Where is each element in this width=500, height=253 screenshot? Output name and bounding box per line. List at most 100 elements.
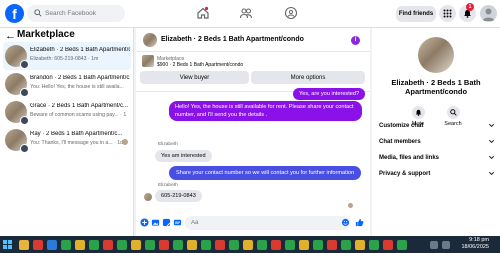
- search-icon: [34, 9, 42, 17]
- chrome-icon[interactable]: [341, 240, 351, 250]
- chrome-icon[interactable]: [131, 240, 141, 250]
- chrome-icon[interactable]: [257, 240, 267, 250]
- chrome-icon[interactable]: [145, 240, 155, 250]
- grid-menu-icon: [443, 9, 452, 18]
- buyer-avatar: [20, 116, 29, 125]
- svg-text:GIF: GIF: [175, 221, 180, 225]
- listing-thumbnail: [5, 45, 29, 69]
- sender-name: Elizabeth: [158, 142, 178, 147]
- message-input[interactable]: [185, 216, 350, 230]
- listing-image[interactable]: [142, 55, 154, 67]
- chrome-icon[interactable]: [75, 240, 85, 250]
- message-incoming: 605-219-0843: [155, 190, 202, 202]
- clock-date: 18/06/2025: [461, 244, 489, 250]
- groups-icon[interactable]: [284, 6, 298, 20]
- back-arrow-icon[interactable]: ←: [5, 30, 16, 42]
- windows-start-icon[interactable]: [3, 240, 12, 249]
- home-icon[interactable]: [196, 6, 210, 20]
- sticker-icon[interactable]: [162, 218, 171, 227]
- conversation-item[interactable]: Brandon · 2 Beds 1 Bath Apartment/c... Y…: [3, 70, 131, 98]
- chrome-icon[interactable]: [299, 240, 309, 250]
- listing-photo[interactable]: [418, 37, 454, 73]
- listing-thumbnail: [5, 73, 29, 97]
- search-box[interactable]: [27, 5, 125, 22]
- file-explorer-icon[interactable]: [19, 240, 29, 250]
- gif-icon[interactable]: GIF: [173, 218, 182, 227]
- plus-icon[interactable]: [140, 218, 149, 227]
- system-clock[interactable]: 9:18 pm 18/06/2025: [455, 237, 489, 251]
- seen-indicator: [122, 139, 128, 145]
- chrome-icon[interactable]: [117, 240, 127, 250]
- read-receipt-avatar: [348, 203, 353, 208]
- buyer-avatar: [20, 88, 29, 97]
- marketplace-title: Marketplace: [17, 29, 75, 40]
- section-label: Media, files and links: [379, 155, 440, 161]
- conversation-title: Brandon · 2 Beds 1 Bath Apartment/c...: [30, 75, 130, 81]
- chrome-icon[interactable]: [383, 240, 393, 250]
- chat-thumbnail[interactable]: [143, 33, 157, 47]
- conversation-snippet: You: Thanks, I'll message you in a... · …: [30, 140, 123, 146]
- chrome-icon[interactable]: [327, 240, 337, 250]
- media-files-links-row[interactable]: Media, files and links: [379, 153, 495, 165]
- conversation-item[interactable]: Ray · 2 Beds 1 Bath Apartment/c... You: …: [3, 126, 131, 154]
- buyer-avatar: [20, 144, 29, 153]
- menu-button[interactable]: [439, 5, 456, 22]
- chat-window: Elizabeth · 2 Beds 1 Bath Apartment/cond…: [136, 28, 370, 236]
- chrome-icon[interactable]: [285, 240, 295, 250]
- conversation-snippet: Elizabeth: 605-219-0843 · 1m: [30, 56, 99, 62]
- listing-price[interactable]: $900 · 2 Beds 1 Bath Apartment/condo: [157, 62, 243, 68]
- chrome-icon[interactable]: [201, 240, 211, 250]
- chrome-icon[interactable]: [173, 240, 183, 250]
- chrome-icon[interactable]: [243, 240, 253, 250]
- more-options-button[interactable]: More options: [251, 71, 365, 84]
- info-icon[interactable]: i: [351, 36, 360, 45]
- notification-badge: 1: [466, 3, 474, 11]
- message-composer: GIF: [136, 212, 370, 234]
- privacy-support-row[interactable]: Privacy & support: [379, 169, 495, 181]
- search-input[interactable]: [45, 5, 123, 22]
- customize-chat-row[interactable]: Customize chat: [379, 121, 495, 133]
- wifi-icon[interactable]: [430, 241, 438, 249]
- chat-details-panel: Elizabeth · 2 Beds 1 Bath Apartment/cond…: [372, 28, 500, 236]
- conversation-snippet: Beware of common scams using pay... · 1h: [30, 112, 126, 118]
- chrome-icon[interactable]: [313, 240, 323, 250]
- listing-thumbnail: [5, 101, 29, 125]
- chevron-down-icon: [489, 171, 494, 175]
- chrome-icon[interactable]: [89, 240, 99, 250]
- volume-icon[interactable]: [442, 241, 450, 249]
- chrome-icon[interactable]: [397, 240, 407, 250]
- view-buyer-button[interactable]: View buyer: [140, 71, 249, 84]
- conversation-item[interactable]: Grace · 2 Beds 1 Bath Apartment/c... Bew…: [3, 98, 131, 126]
- marketplace-inbox: ← Marketplace Elizabeth · 2 Beds 1 Bath …: [0, 28, 134, 236]
- bell-mute-icon: [415, 109, 421, 116]
- thumbs-up-icon[interactable]: [355, 218, 364, 227]
- chrome-icon[interactable]: [103, 240, 113, 250]
- emoji-icon[interactable]: [341, 218, 350, 227]
- message-outgoing: Share your contact number so we will con…: [169, 166, 362, 180]
- chat-title[interactable]: Elizabeth · 2 Beds 1 Bath Apartment/cond…: [161, 36, 304, 43]
- section-label: Chat members: [379, 139, 421, 145]
- chrome-icon[interactable]: [187, 240, 197, 250]
- taskbar: 9:18 pm 18/06/2025: [0, 236, 500, 253]
- facebook-logo[interactable]: f: [5, 4, 24, 23]
- edge-icon[interactable]: [47, 240, 57, 250]
- profile-avatar[interactable]: [480, 5, 497, 22]
- chat-members-row[interactable]: Chat members: [379, 137, 495, 149]
- chevron-down-icon: [489, 123, 494, 127]
- chrome-icon[interactable]: [229, 240, 239, 250]
- conversation-item[interactable]: Elizabeth · 2 Beds 1 Bath Apartment/cond…: [3, 42, 131, 70]
- photo-icon[interactable]: [151, 218, 160, 227]
- chrome-icon[interactable]: [215, 240, 225, 250]
- chrome-icon[interactable]: [355, 240, 365, 250]
- friends-icon[interactable]: [239, 6, 253, 20]
- message-outgoing: Yes, are you interested?: [293, 88, 366, 100]
- app-icon[interactable]: [33, 240, 43, 250]
- listing-thumbnail: [5, 129, 29, 153]
- chrome-icon[interactable]: [271, 240, 281, 250]
- conversation-title: Elizabeth · 2 Beds 1 Bath Apartment/cond…: [30, 47, 130, 53]
- chrome-icon[interactable]: [159, 240, 169, 250]
- chrome-icon[interactable]: [61, 240, 71, 250]
- section-label: Customize chat: [379, 123, 424, 129]
- find-friends-button[interactable]: Find friends: [396, 6, 436, 22]
- chrome-icon[interactable]: [369, 240, 379, 250]
